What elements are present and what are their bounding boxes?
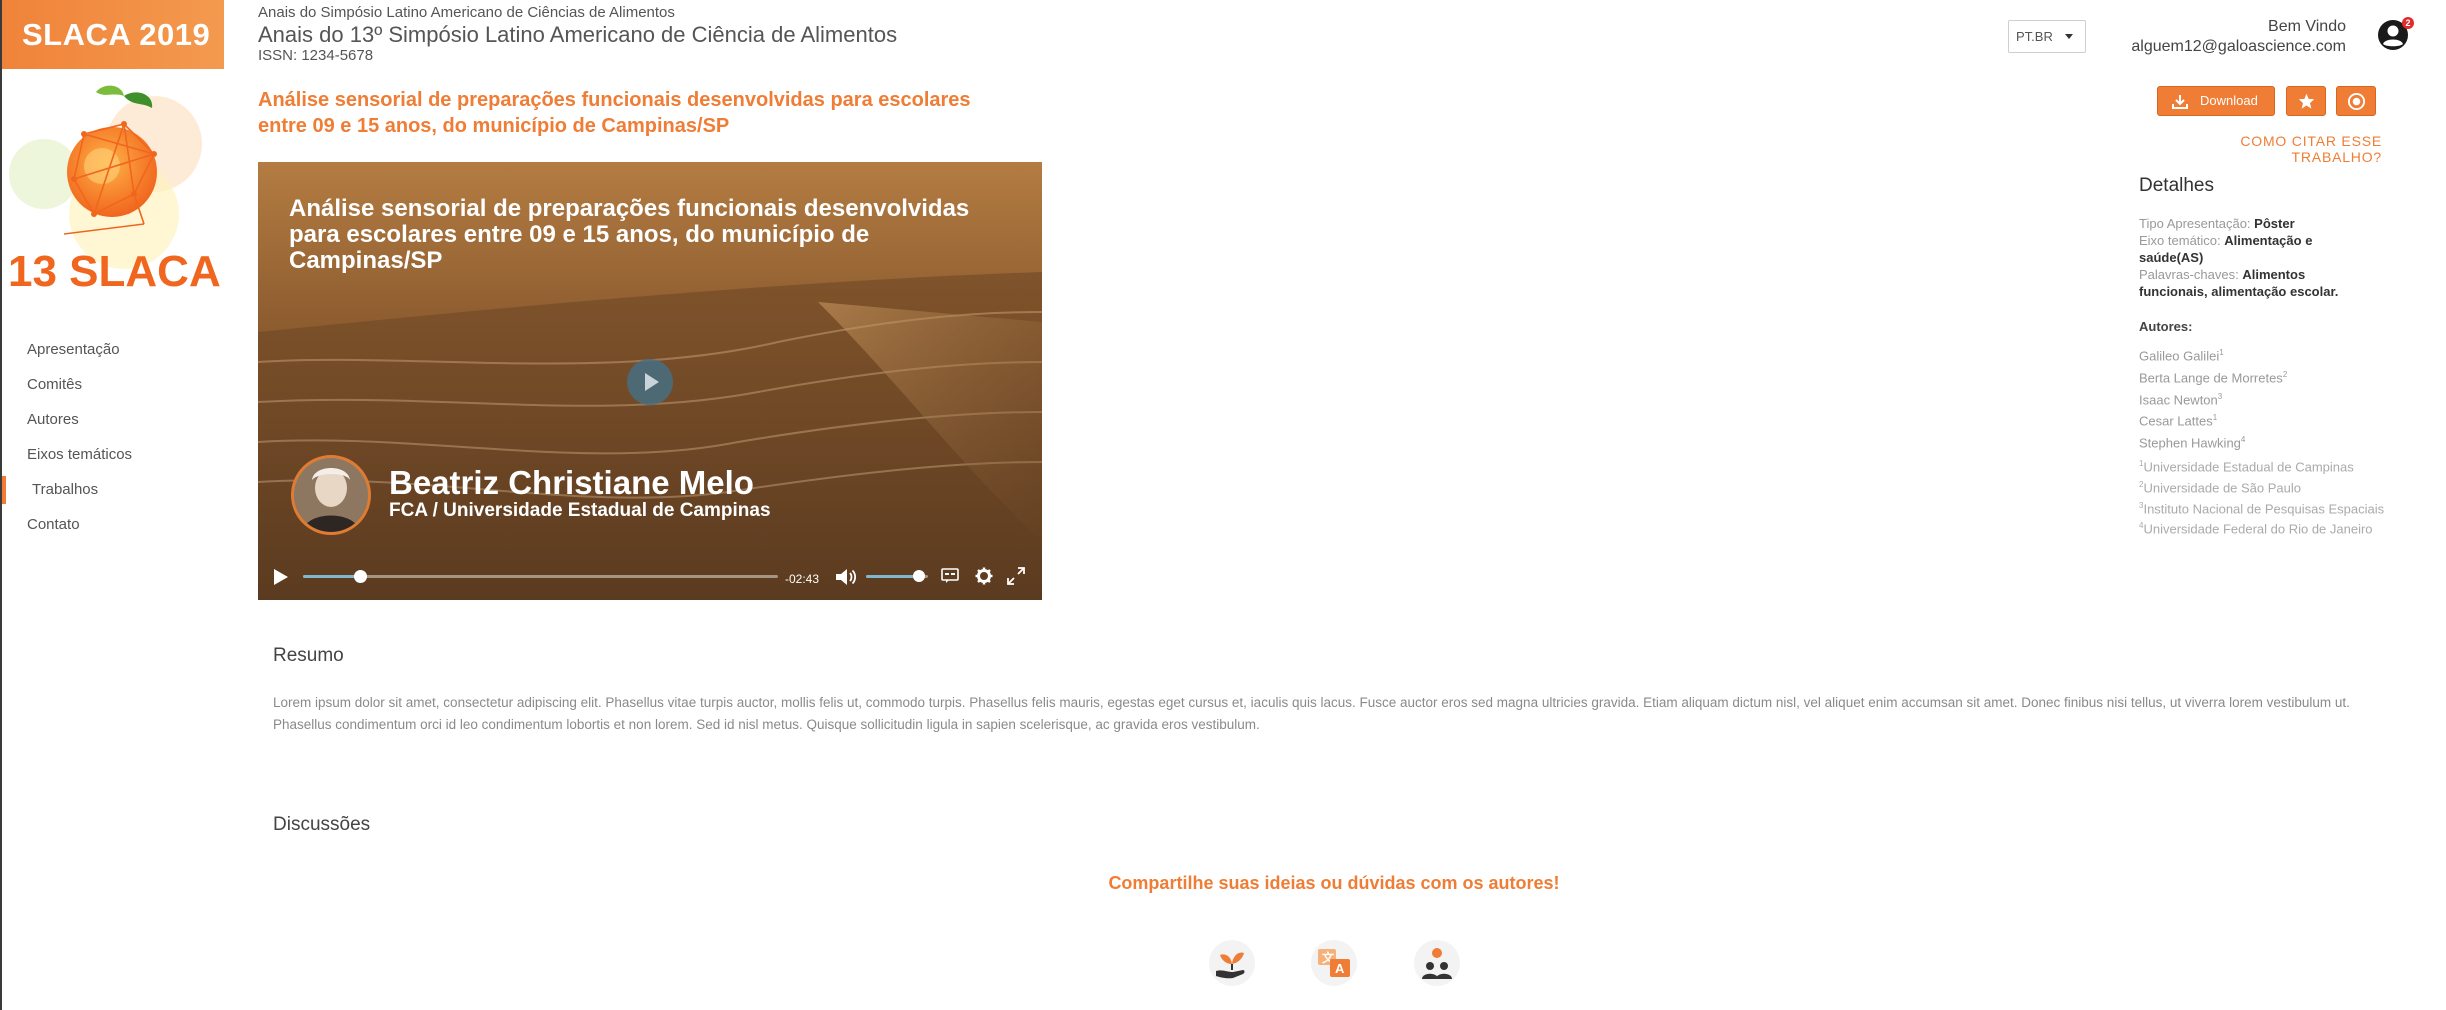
authors-heading: Autores: (2139, 319, 2193, 334)
details-heading: Detalhes (2139, 175, 2214, 196)
volume-level (866, 575, 919, 578)
sidebar-nav: Apresentação Comitês Autores Eixos temát… (2, 334, 224, 544)
svg-text:A: A (1335, 961, 1345, 976)
time-remaining: -02:43 (785, 572, 820, 586)
logo-text: 13 SLACA (8, 247, 221, 296)
author-item[interactable]: Stephen Hawking4 (2139, 431, 2287, 453)
sidebar: SLACA 2019 13 SLACA Apresentação Comitês… (0, 0, 224, 1010)
details-list: Tipo Apresentação: Pôster Eixo temático:… (2139, 215, 2369, 300)
sidebar-item-autores[interactable]: Autores (2, 404, 224, 439)
sidebar-item-comites[interactable]: Comitês (2, 369, 224, 404)
affiliation-item: 4Universidade Federal do Rio de Janeiro (2139, 521, 2373, 537)
plant-hand-icon[interactable] (1207, 938, 1257, 988)
sidebar-item-contato[interactable]: Contato (2, 509, 224, 544)
welcome-text: Bem Vindo (2268, 18, 2346, 35)
discussion-heading: Discussões (273, 814, 371, 835)
fullscreen-icon[interactable] (1007, 567, 1025, 585)
presenter-avatar (291, 455, 371, 535)
translate-icon[interactable]: 文 A (1309, 938, 1359, 988)
how-to-cite-link[interactable]: COMO CITAR ESSE TRABALHO? (2158, 133, 2382, 165)
affiliation-item: 2Universidade de São Paulo (2139, 479, 2302, 496)
event-logo: 13 SLACA (4, 84, 224, 306)
play-icon[interactable] (627, 359, 673, 405)
favorite-button[interactable] (2286, 86, 2326, 116)
language-value: PT.BR (2016, 29, 2053, 44)
chevron-down-icon (2065, 34, 2073, 39)
download-label: Download (2200, 93, 2258, 108)
seek-bar[interactable] (303, 575, 778, 578)
discussion-prompt: Compartilhe suas ideias ou dúvidas com o… (1108, 873, 1560, 893)
header-issn: ISSN: 1234-5678 (258, 47, 374, 64)
user-email[interactable]: alguem12@galoascience.com (2131, 37, 2346, 57)
video-player[interactable]: Análise sensorial de preparações funcion… (258, 162, 1042, 600)
seek-handle[interactable] (354, 570, 367, 583)
detail-theme: Eixo temático: Alimentação e saúde(AS) (2139, 233, 2313, 265)
author-item[interactable]: Isaac Newton3 (2139, 388, 2287, 410)
authors-list: Galileo Galilei1 Berta Lange de Morretes… (2139, 344, 2287, 453)
header-title: Anais do 13º Simpósio Latino Americano d… (258, 22, 898, 47)
download-icon (2172, 95, 2188, 109)
cite-badge-button[interactable] (2336, 86, 2376, 116)
captions-icon[interactable] (941, 568, 959, 584)
affiliation-item: 3Instituto Nacional de Pesquisas Espacia… (2139, 500, 2385, 516)
download-button[interactable]: Download (2157, 86, 2275, 116)
affiliations-list: 1Universidade Estadual de Campinas 2Univ… (2139, 455, 2389, 538)
video-controls: -02:43 (258, 557, 1042, 600)
brand-title[interactable]: SLACA 2019 (2, 0, 224, 69)
seek-progress (303, 575, 360, 578)
abstract-text: Lorem ipsum dolor sit amet, consectetur … (273, 695, 2350, 732)
volume-icon[interactable] (835, 567, 857, 587)
presenter-institution: FCA / Universidade Estadual de Campinas (389, 500, 771, 521)
author-item[interactable]: Galileo Galilei1 (2139, 344, 2287, 366)
play-button-icon[interactable] (273, 568, 289, 586)
video-title: Análise sensorial de preparações funcion… (289, 195, 970, 274)
presenter-name: Beatriz Christiane Melo (389, 464, 754, 501)
volume-handle[interactable] (912, 570, 925, 582)
notification-badge[interactable]: 2 (2402, 17, 2414, 29)
paper-title: Análise sensorial de preparações funcion… (258, 89, 971, 137)
welcome-block: Bem Vindo alguem12@galoascience.com (2131, 17, 2346, 57)
people-icon[interactable] (1412, 938, 1462, 988)
citation-icon (2347, 92, 2366, 111)
header-subtitle: Anais do Simpósio Latino Americano de Ci… (258, 4, 675, 21)
star-icon (2298, 93, 2315, 109)
affiliation-item: 1Universidade Estadual de Campinas (2139, 459, 2354, 475)
settings-gear-icon[interactable] (975, 567, 993, 585)
sidebar-item-trabalhos[interactable]: Trabalhos (2, 474, 224, 509)
detail-keywords: Palavras-chaves: Alimentos funcionais, a… (2139, 267, 2339, 299)
abstract-heading: Resumo (273, 645, 344, 666)
sidebar-item-apresentacao[interactable]: Apresentação (2, 334, 224, 369)
author-item[interactable]: Berta Lange de Morretes2 (2139, 366, 2287, 388)
detail-presentation-type: Tipo Apresentação: Pôster (2139, 216, 2295, 231)
author-item[interactable]: Cesar Lattes1 (2139, 409, 2287, 431)
language-select[interactable]: PT.BR (2008, 20, 2086, 53)
sidebar-item-eixos-tematicos[interactable]: Eixos temáticos (2, 439, 224, 474)
